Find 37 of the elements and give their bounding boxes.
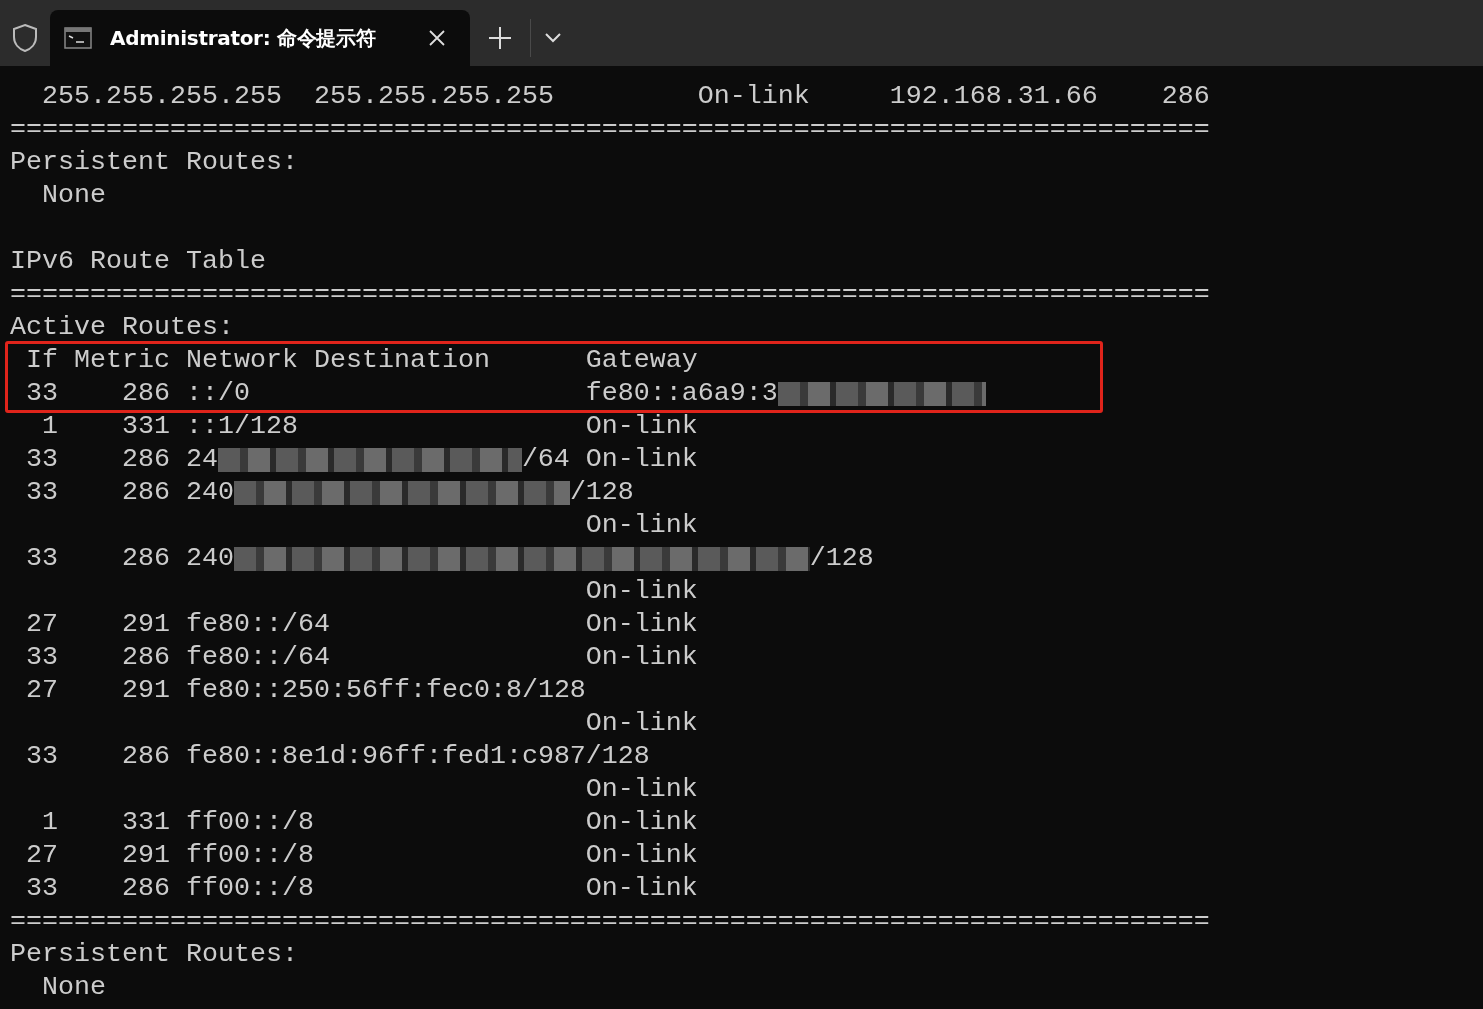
console-line: On-link xyxy=(584,575,698,608)
console-line: None xyxy=(41,179,106,212)
shield-icon[interactable] xyxy=(12,23,38,53)
console-line: 33 286 fe80::8e1d:96ff:fed1:c987/128 xyxy=(25,740,650,773)
console-line: 27 291 fe80::/64 On-link xyxy=(25,608,698,641)
close-icon[interactable] xyxy=(428,29,446,47)
console-line: 27 291 ff00::/8 On-link xyxy=(25,839,698,872)
plus-icon[interactable] xyxy=(489,27,511,49)
console-text: 33 286 240 xyxy=(25,476,234,509)
console-line: =========================================================================== xyxy=(10,278,1210,311)
console-line: 27 291 fe80::250:56ff:fec0:8/128 xyxy=(25,674,586,707)
terminal-icon xyxy=(64,27,92,49)
console-line: On-link xyxy=(584,707,698,740)
terminal-tab[interactable]: Administrator: 命令提示符 xyxy=(50,10,470,66)
console-line: =========================================================================== xyxy=(10,905,1210,938)
console-line: On-link xyxy=(584,773,698,806)
console-text: /64 On-link xyxy=(521,443,698,476)
console-line: 1 331 ff00::/8 On-link xyxy=(41,806,698,839)
console-line: On-link xyxy=(584,509,698,542)
console-line: 1 331 ::1/128 On-link xyxy=(41,410,698,443)
console-line: 33 286 ff00::/8 On-link xyxy=(25,872,698,905)
console-line: =========================================================================== xyxy=(10,113,1210,146)
console-line: If Metric Network Destination Gateway xyxy=(25,344,698,377)
console-line: None xyxy=(41,971,106,1004)
console-line: Persistent Routes: xyxy=(10,146,298,179)
chevron-down-icon[interactable] xyxy=(545,33,561,43)
console-line: Persistent Routes: xyxy=(10,938,298,971)
console-text: 33 286 ::/0 fe80::a6a9:3 xyxy=(25,377,778,410)
console-line: Active Routes: xyxy=(10,311,234,344)
console-text: 33 286 24 xyxy=(25,443,218,476)
console-text: /128 xyxy=(809,542,874,575)
console-line: IPv6 Route Table xyxy=(10,245,266,278)
tab-title: Administrator: 命令提示符 xyxy=(110,24,377,52)
console-line: 33 286 fe80::/64 On-link xyxy=(25,641,698,674)
console-text: /128 xyxy=(569,476,634,509)
console-line: 255.255.255.255 255.255.255.255 On-link 192.168.31.66 286 xyxy=(41,80,1210,113)
console-text: 33 286 240 xyxy=(25,542,234,575)
